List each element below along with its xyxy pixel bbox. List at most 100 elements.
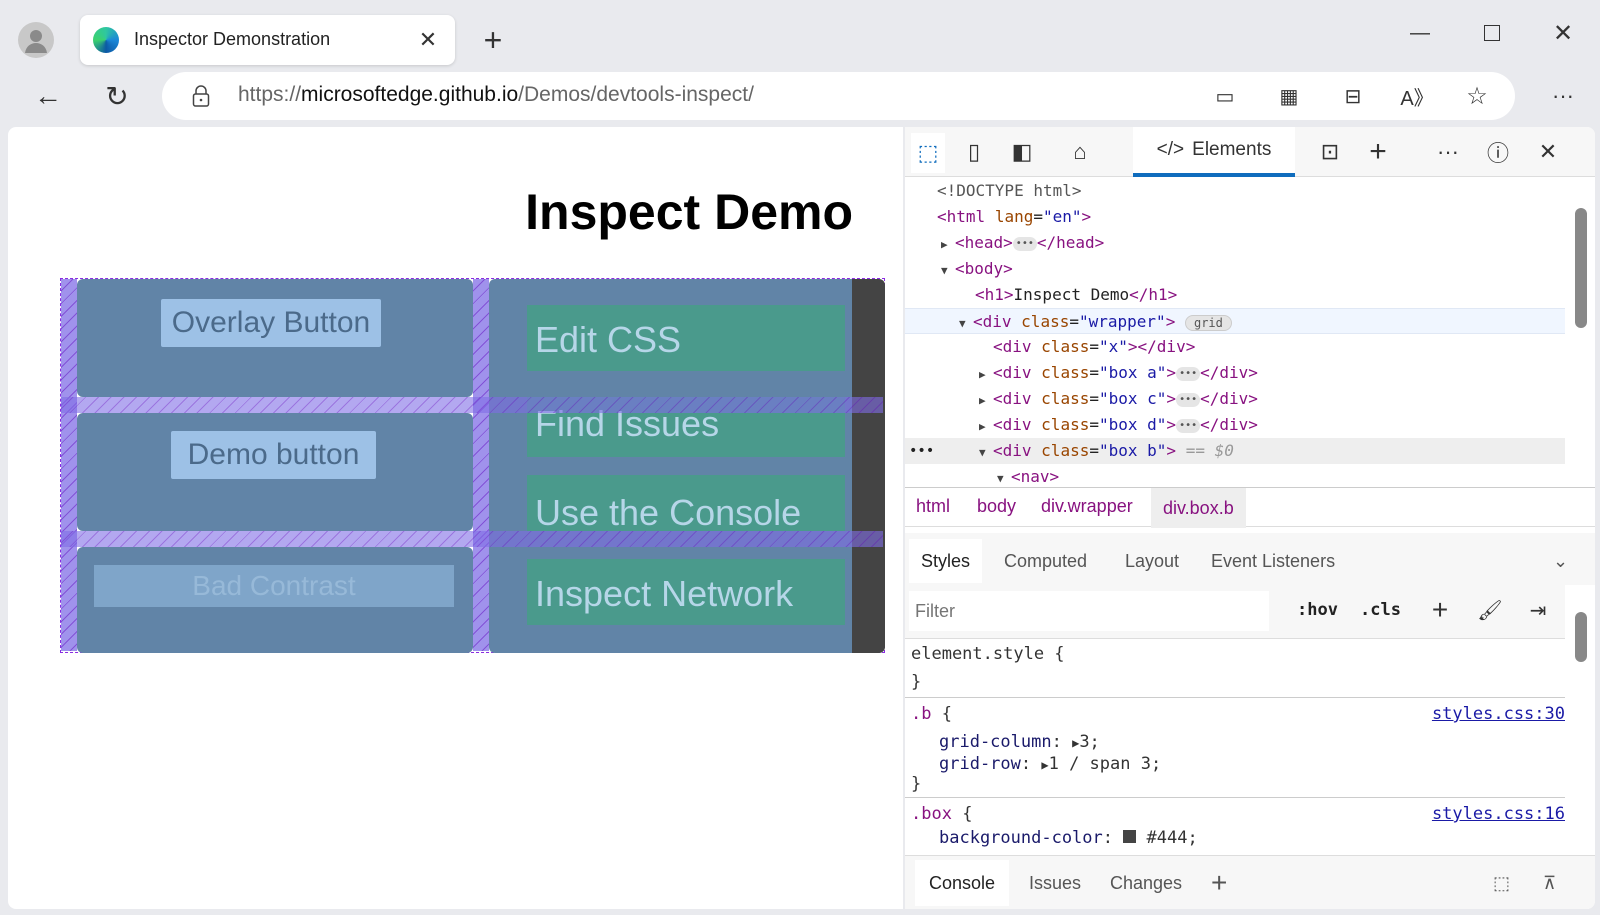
demo-button[interactable]: Demo button [171, 431, 376, 479]
nav-link-edit-css[interactable]: Edit CSS [527, 305, 845, 371]
close-window-icon[interactable]: ✕ [1545, 16, 1581, 50]
address-bar[interactable]: https://microsoftedge.github.io/Demos/de… [162, 72, 1515, 120]
devtools-panel: ⬚ ▯ ◧ ⌂ </> Elements ⊡ + ··· ⓘ ✕ <!DOCTYP… [905, 127, 1595, 909]
property-value[interactable]: 1 / span 3; [1049, 754, 1162, 774]
source-link[interactable]: styles.css:30 [1432, 704, 1565, 724]
dom-node[interactable]: <html lang="en"> [905, 204, 1565, 230]
refresh-icon[interactable]: ↻ [97, 78, 137, 114]
tab-styles[interactable]: Styles [909, 539, 983, 583]
tag: </div> [1137, 337, 1196, 356]
settings-more-icon[interactable]: ··· [1545, 80, 1581, 112]
maximize-icon[interactable] [1472, 18, 1512, 48]
styles-filter-input[interactable] [909, 591, 1269, 631]
back-icon[interactable]: ← [28, 78, 68, 114]
collapse-triangle-icon[interactable]: ▼ [941, 258, 955, 284]
close-tab-icon[interactable]: ✕ [415, 27, 441, 53]
help-icon[interactable]: ⓘ [1481, 127, 1515, 177]
drawer-tab-console[interactable]: Console [915, 860, 1010, 906]
dock-drawer-icon[interactable]: ⬚ [1493, 860, 1510, 906]
favorite-star-icon[interactable]: ☆ [1462, 82, 1492, 110]
collapse-drawer-icon[interactable]: ⊼ [1543, 860, 1556, 906]
ellipsis-icon[interactable]: ••• [1012, 236, 1037, 251]
styles-tabbar: Styles Computed Layout Event Listeners ⌄ [905, 533, 1595, 585]
collapse-triangle-icon[interactable]: ▼ [979, 440, 993, 466]
drawer-tab-issues[interactable]: Issues [1029, 860, 1081, 906]
toggle-sidebar-icon[interactable]: ⇥ [1523, 595, 1553, 625]
cls-button[interactable]: .cls [1360, 600, 1401, 620]
rule-box[interactable]: .box { styles.css:16 background-color: #… [905, 798, 1565, 854]
tag: <div [993, 363, 1032, 382]
chevron-down-icon[interactable]: ⌄ [1553, 539, 1568, 583]
node-actions-icon[interactable]: ••• [909, 438, 934, 464]
paint-brush-icon[interactable]: 🖌︎ [1475, 595, 1505, 625]
tab-event-listeners[interactable]: Event Listeners [1211, 539, 1335, 583]
dom-node[interactable]: ▶ <div class="box d"> ••• </div> [905, 412, 1565, 438]
styles-scrollbar[interactable] [1575, 612, 1587, 662]
device-emulation-icon[interactable]: ▯ [957, 127, 991, 177]
property-name[interactable]: grid-column [939, 732, 1052, 752]
more-options-icon[interactable]: ··· [1431, 127, 1465, 177]
dom-node-wrapper[interactable]: ▼ <div class="wrapper"> grid [905, 308, 1565, 334]
color-swatch[interactable] [1123, 830, 1137, 843]
rule-b[interactable]: .b { styles.css:30 grid-column: ▶3; grid… [905, 698, 1565, 798]
breadcrumb-box-b[interactable]: div.box.b [1151, 488, 1246, 528]
tab-elements[interactable]: </> Elements [1133, 127, 1295, 177]
dom-node[interactable]: ▶ <div class="box a"> ••• </div> [905, 360, 1565, 386]
more-tools-icon[interactable]: + [1361, 127, 1395, 177]
url-text[interactable]: https://microsoftedge.github.io/Demos/de… [238, 83, 754, 107]
dom-scrollbar[interactable] [1575, 208, 1587, 328]
inspect-element-icon[interactable]: ⬚ [911, 133, 945, 173]
tag: <head> [955, 233, 1013, 252]
property-name[interactable]: background-color [939, 828, 1103, 848]
dom-node[interactable]: ▶ <div class="box c"> ••• </div> [905, 386, 1565, 412]
tab-layout[interactable]: Layout [1125, 539, 1179, 583]
property-value[interactable]: 3; [1079, 732, 1099, 752]
dom-node-selected[interactable]: ••• ▼ <div class="box b"> == $0 [905, 438, 1565, 464]
grid-badge[interactable]: grid [1184, 314, 1232, 331]
profile-avatar[interactable] [18, 22, 54, 58]
nav-link-use-console[interactable]: Use the Console [527, 475, 845, 531]
new-rule-icon[interactable]: + [1425, 594, 1455, 625]
hov-button[interactable]: :hov [1297, 600, 1338, 620]
expand-triangle-icon[interactable]: ▶ [979, 388, 993, 414]
expand-triangle-icon[interactable]: ▶ [941, 232, 955, 258]
expand-triangle-icon[interactable]: ▶ [979, 362, 993, 388]
dom-node[interactable]: ▶ <head> ••• </head> [905, 230, 1565, 256]
dom-node[interactable]: <div class="x"></div> [905, 334, 1565, 360]
minimize-icon[interactable]: — [1400, 18, 1440, 48]
bad-contrast-button[interactable]: Bad Contrast [94, 565, 454, 607]
dom-node[interactable]: ▼ <body> [905, 256, 1565, 282]
tag: <html [937, 207, 986, 226]
read-aloud-icon[interactable]: A》 [1400, 82, 1433, 110]
attr-value: "box b" [1098, 441, 1167, 460]
collections-icon[interactable]: ⊟ [1338, 82, 1368, 110]
breadcrumb-wrapper[interactable]: div.wrapper [1041, 496, 1133, 517]
tab-computed[interactable]: Computed [1004, 539, 1087, 583]
property-name[interactable]: grid-row [939, 754, 1021, 774]
new-tab-icon[interactable]: + [475, 22, 511, 58]
overlay-button[interactable]: Overlay Button [161, 299, 381, 347]
dom-node[interactable]: <h1>Inspect Demo</h1> [905, 282, 1565, 308]
console-tab-icon[interactable]: ⊡ [1313, 127, 1347, 177]
ellipsis-icon[interactable]: ••• [1176, 366, 1201, 381]
source-link[interactable]: styles.css:16 [1432, 804, 1565, 824]
dom-node[interactable]: <!DOCTYPE html> [905, 178, 1565, 204]
app-available-icon[interactable]: ▭ [1210, 82, 1240, 110]
welcome-home-icon[interactable]: ⌂ [1063, 127, 1097, 177]
extensions-icon[interactable]: ▦ [1274, 82, 1304, 110]
expand-triangle-icon[interactable]: ▶ [979, 414, 993, 440]
breadcrumb-html[interactable]: html [916, 496, 950, 517]
nav-link-inspect-network[interactable]: Inspect Network [527, 559, 845, 625]
rule-element-style[interactable]: element.style { } [905, 640, 1565, 698]
drawer-tab-changes[interactable]: Changes [1110, 860, 1182, 906]
ellipsis-icon[interactable]: ••• [1176, 392, 1201, 407]
breadcrumb-body[interactable]: body [977, 496, 1016, 517]
property-value[interactable]: #444; [1147, 828, 1198, 848]
brace: } [911, 774, 922, 794]
box-d: Bad Contrast [77, 547, 473, 653]
ellipsis-icon[interactable]: ••• [1176, 418, 1201, 433]
browser-tab[interactable]: Inspector Demonstration ✕ [80, 15, 455, 65]
add-drawer-tab-icon[interactable]: + [1211, 860, 1227, 906]
close-devtools-icon[interactable]: ✕ [1531, 127, 1565, 177]
dock-side-icon[interactable]: ◧ [1005, 127, 1039, 177]
